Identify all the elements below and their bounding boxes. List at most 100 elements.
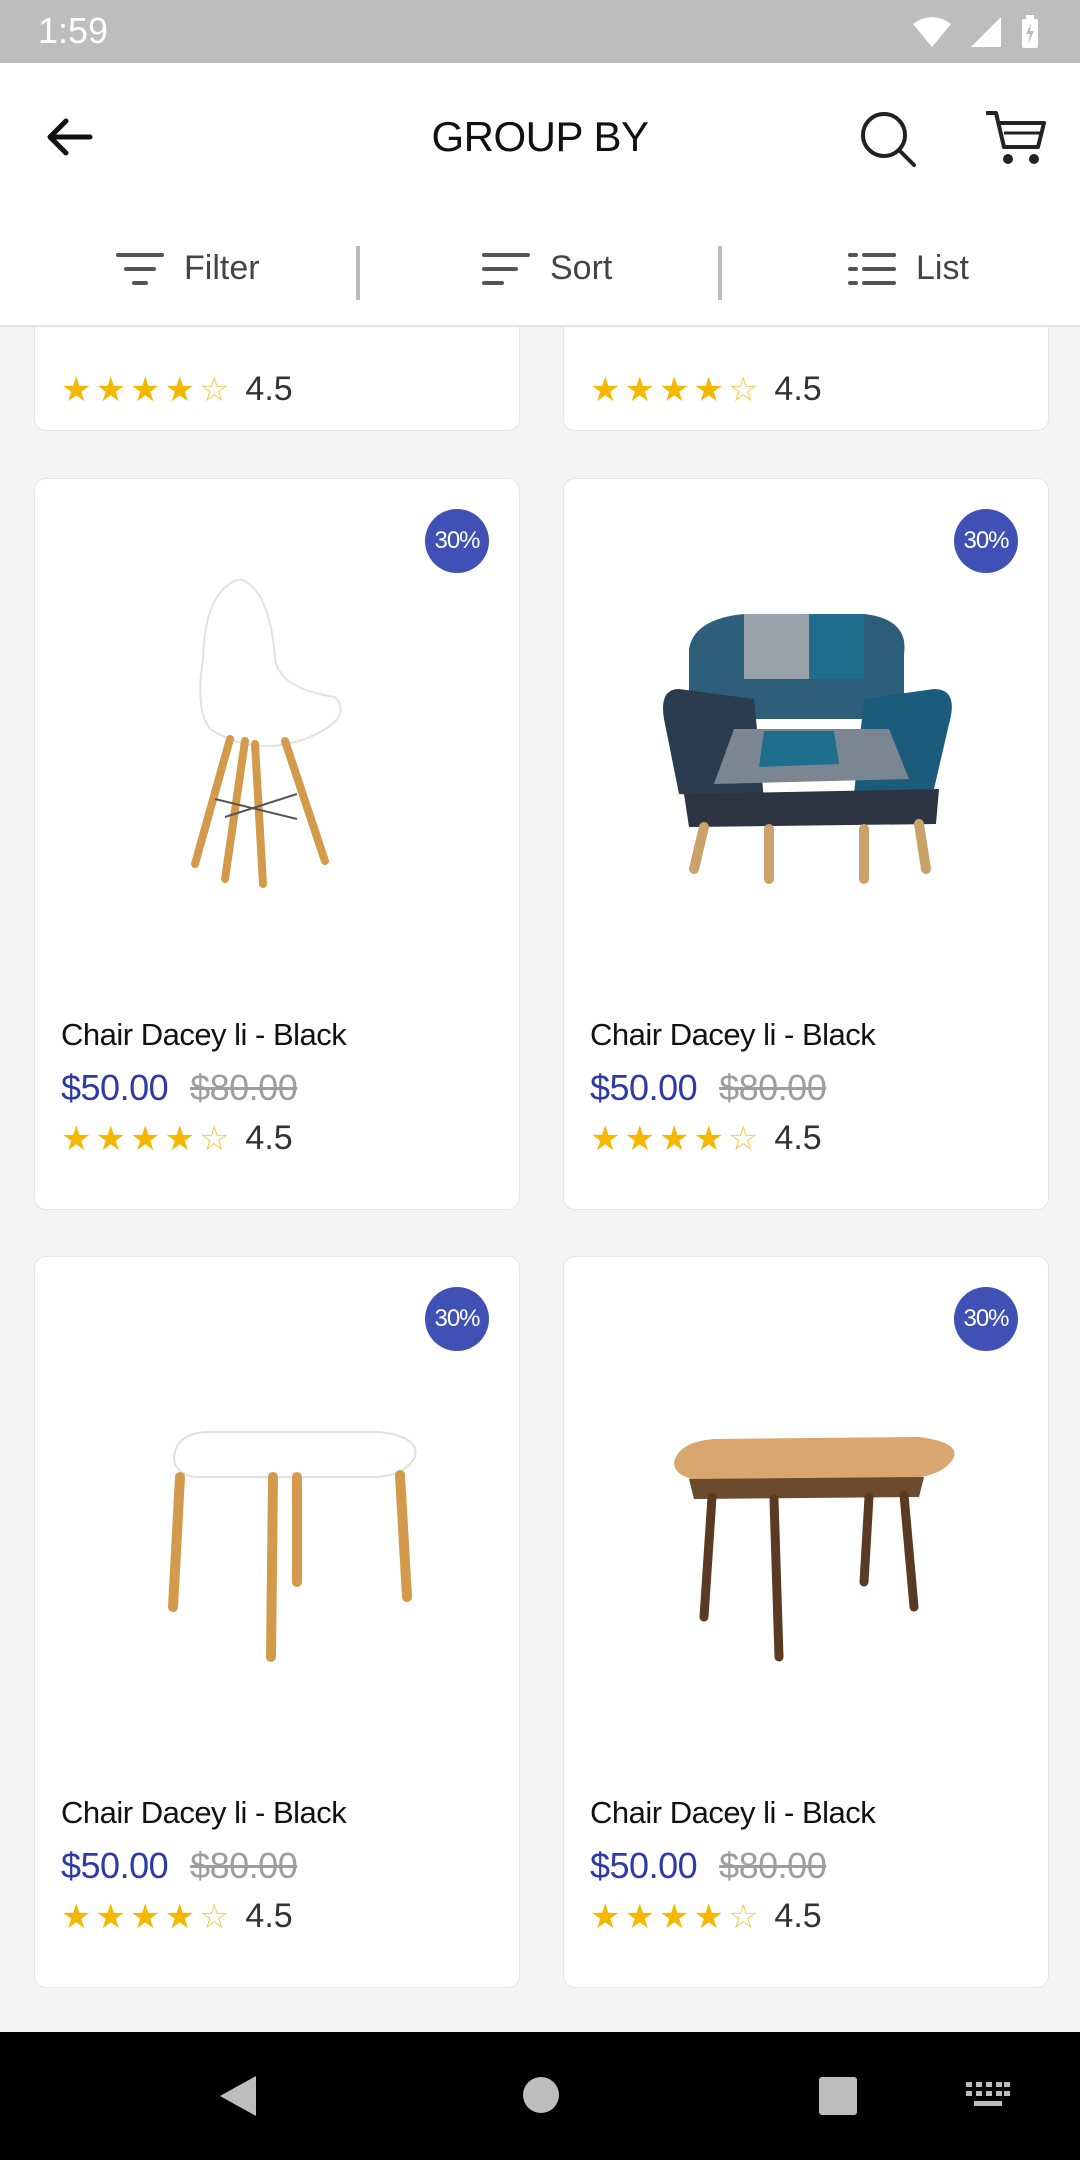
star-icon: ★ xyxy=(95,1119,126,1158)
discount-badge: 30% xyxy=(425,1287,489,1351)
original-price: $80.00 xyxy=(719,1067,827,1108)
star-icon: ★ xyxy=(61,370,92,409)
rating-value: 4.5 xyxy=(245,1119,293,1157)
original-price: $80.00 xyxy=(719,1845,827,1886)
filter-sort-toolbar: Filter Sort List xyxy=(0,210,1080,327)
list-label: List xyxy=(916,249,969,287)
product-card[interactable]: 30% Chair Dacey li - Black $50.00 $80.00… xyxy=(34,1256,520,1988)
product-name: Chair Dacey li - Black xyxy=(590,1795,876,1830)
product-name: Chair Dacey li - Black xyxy=(590,1017,876,1052)
star-icon: ★ xyxy=(693,1119,724,1158)
star-icon: ★ xyxy=(624,1897,655,1936)
star-icon: ★ xyxy=(164,1119,195,1158)
list-view-button[interactable]: List xyxy=(848,210,969,327)
star-icon: ★ xyxy=(61,1119,92,1158)
discount-badge: 30% xyxy=(425,509,489,573)
product-card[interactable]: 30% Chair Dacey li - Black $50.00 $80.00… xyxy=(563,478,1049,1210)
app-bar: GROUP BY xyxy=(0,63,1080,210)
sort-label: Sort xyxy=(550,249,613,287)
rating-value: 4.5 xyxy=(245,370,293,408)
star-icon: ★ xyxy=(590,1119,621,1158)
current-price: $50.00 xyxy=(61,1845,169,1886)
product-image-white-table xyxy=(168,1431,417,1662)
product-card[interactable]: 30% Chair Dacey li - Black $50.00 $80.00… xyxy=(34,478,520,1210)
rating-stars: ★ ★ ★ ★ ☆ xyxy=(61,1900,229,1934)
nav-home-icon[interactable] xyxy=(522,2076,560,2114)
star-icon: ★ xyxy=(658,1897,690,1936)
toolbar-divider xyxy=(718,246,722,300)
star-outline-icon: ☆ xyxy=(727,370,759,409)
product-name: Chair Dacey li - Black xyxy=(61,1017,347,1052)
product-image-patchwork-armchair xyxy=(663,614,952,884)
original-price: $80.00 xyxy=(190,1067,298,1108)
star-icon: ★ xyxy=(129,370,161,409)
star-icon: ★ xyxy=(95,1897,126,1936)
current-price: $50.00 xyxy=(590,1067,698,1108)
star-outline-icon: ☆ xyxy=(198,370,230,409)
product-price: $50.00 $80.00 xyxy=(61,1067,298,1109)
star-outline-icon: ☆ xyxy=(198,1897,230,1936)
cart-icon[interactable] xyxy=(984,107,1048,167)
star-icon: ★ xyxy=(95,370,126,409)
status-icons xyxy=(912,12,1040,52)
rating-value: 4.5 xyxy=(774,370,822,408)
rating-value: 4.5 xyxy=(245,1897,293,1935)
star-icon: ★ xyxy=(590,1897,621,1936)
discount-badge: 30% xyxy=(954,509,1018,573)
star-icon: ★ xyxy=(693,370,724,409)
rating-stars: ★ ★ ★ ★ ☆ xyxy=(590,373,758,407)
product-price: $50.00 $80.00 xyxy=(61,1845,298,1887)
product-price: $50.00 $80.00 xyxy=(590,1067,827,1109)
product-image-wood-table xyxy=(674,1437,955,1662)
star-icon: ★ xyxy=(590,370,621,409)
nav-back-icon[interactable] xyxy=(218,2074,258,2118)
search-icon[interactable] xyxy=(858,109,918,169)
product-card[interactable]: ★ ★ ★ ★ ☆ 4.5 xyxy=(563,327,1049,431)
star-icon: ★ xyxy=(624,370,655,409)
nav-recents-icon[interactable] xyxy=(818,2076,858,2116)
product-card[interactable]: ★ ★ ★ ★ ☆ 4.5 xyxy=(34,327,520,431)
star-icon: ★ xyxy=(129,1897,161,1936)
star-outline-icon: ☆ xyxy=(727,1897,759,1936)
discount-badge: 30% xyxy=(954,1287,1018,1351)
filter-button[interactable]: Filter xyxy=(116,210,260,327)
rating-value: 4.5 xyxy=(774,1897,822,1935)
product-price: $50.00 $80.00 xyxy=(590,1845,827,1887)
rating: ★ ★ ★ ★ ☆ 4.5 xyxy=(590,370,822,409)
filter-label: Filter xyxy=(184,249,260,287)
toolbar-divider xyxy=(356,246,360,300)
star-icon: ★ xyxy=(164,1897,195,1936)
product-card[interactable]: 30% Chair Dacey li - Black $50.00 $80.00… xyxy=(563,1256,1049,1988)
star-icon: ★ xyxy=(164,370,195,409)
star-icon: ★ xyxy=(129,1119,161,1158)
product-grid: ★ ★ ★ ★ ☆ 4.5 ★ ★ ★ ★ ☆ 4.5 30% Chair Dacey li -… xyxy=(10,327,1070,2032)
sort-button[interactable]: Sort xyxy=(482,210,612,327)
keyboard-icon[interactable] xyxy=(966,2082,1010,2110)
star-icon: ★ xyxy=(624,1119,655,1158)
rating: ★ ★ ★ ★ ☆ 4.5 xyxy=(590,1897,822,1936)
list-icon xyxy=(848,252,896,285)
current-price: $50.00 xyxy=(61,1067,169,1108)
rating: ★ ★ ★ ★ ☆ 4.5 xyxy=(61,370,293,409)
page-title: GROUP BY xyxy=(431,113,649,160)
rating: ★ ★ ★ ★ ☆ 4.5 xyxy=(590,1119,822,1158)
rating-value: 4.5 xyxy=(774,1119,822,1157)
filter-icon xyxy=(116,252,164,285)
star-outline-icon: ☆ xyxy=(198,1119,230,1158)
star-outline-icon: ☆ xyxy=(727,1119,759,1158)
star-icon: ★ xyxy=(61,1897,92,1936)
status-bar: 1:59 xyxy=(0,0,1080,63)
rating-stars: ★ ★ ★ ★ ☆ xyxy=(590,1122,758,1156)
signal-icon xyxy=(971,17,1001,47)
original-price: $80.00 xyxy=(190,1845,298,1886)
rating-stars: ★ ★ ★ ★ ☆ xyxy=(61,373,229,407)
system-nav-bar xyxy=(0,2032,1080,2160)
current-price: $50.00 xyxy=(590,1845,698,1886)
rating: ★ ★ ★ ★ ☆ 4.5 xyxy=(61,1897,293,1936)
star-icon: ★ xyxy=(693,1897,724,1936)
status-time: 1:59 xyxy=(38,10,109,51)
star-icon: ★ xyxy=(658,370,690,409)
wifi-icon xyxy=(913,17,951,47)
star-icon: ★ xyxy=(658,1119,690,1158)
product-name: Chair Dacey li - Black xyxy=(61,1795,347,1830)
